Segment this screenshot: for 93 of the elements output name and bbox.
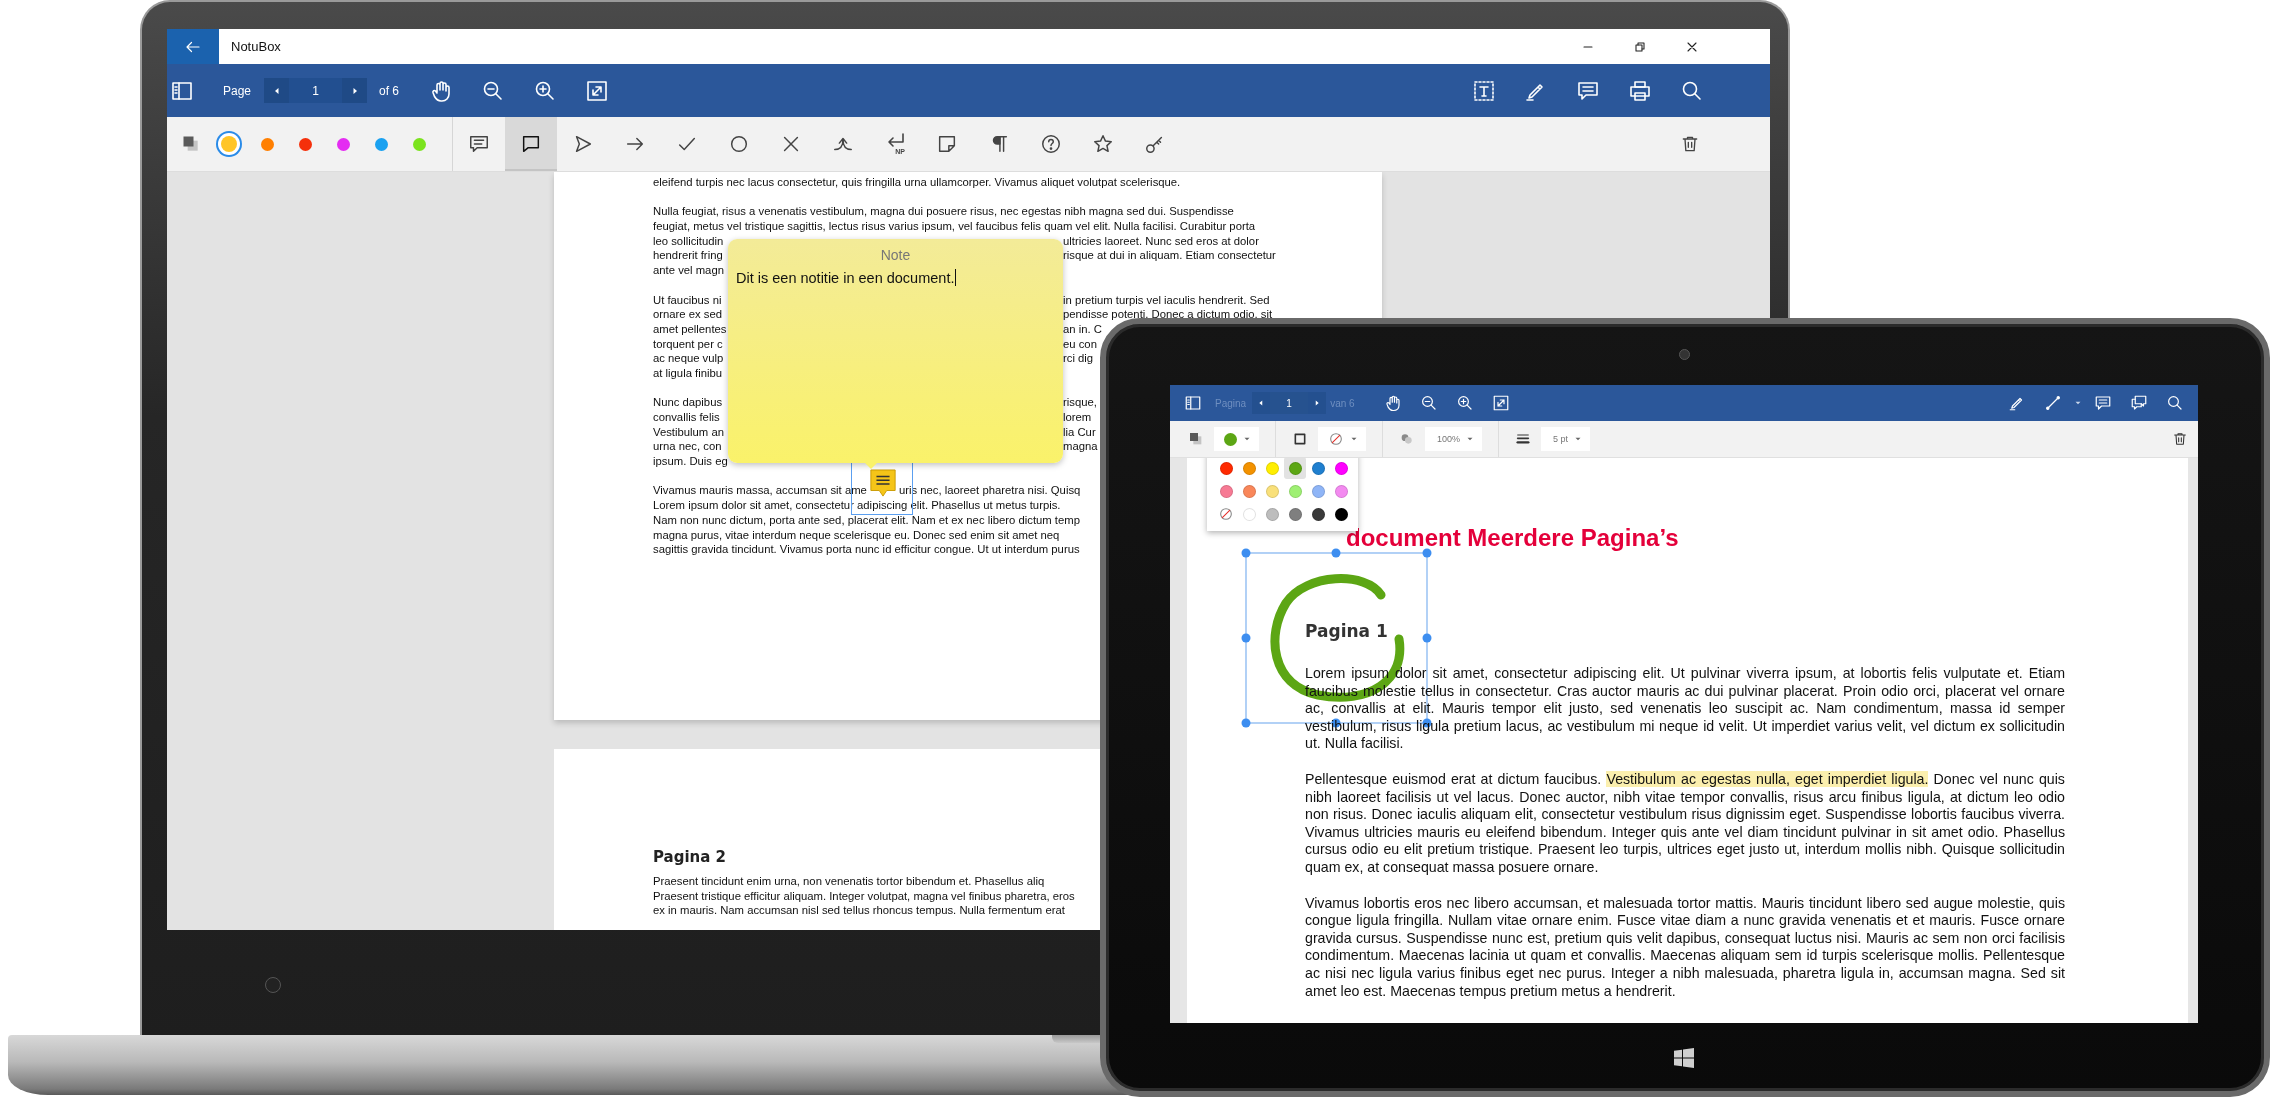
trash-icon[interactable] xyxy=(2172,431,2188,447)
camera-lens xyxy=(1678,349,1690,360)
comments-icon[interactable] xyxy=(2130,394,2148,412)
no-color-icon xyxy=(1218,506,1234,522)
color-dot[interactable] xyxy=(374,137,388,151)
text-line: at ligula finibu xyxy=(653,365,723,381)
question-icon xyxy=(1040,133,1062,155)
line-width-dropdown[interactable]: 5 pt xyxy=(1541,427,1591,451)
sidebar-icon[interactable] xyxy=(1184,394,1202,412)
four-pane-logo-icon[interactable] xyxy=(1674,1047,1694,1068)
speech-bubble-icon xyxy=(520,133,542,155)
color-dot[interactable] xyxy=(260,137,274,151)
text-line: sagittis gravida tincidunt. Vivamus porta nunc id efficitur congue. Ut ut interdum purus xyxy=(653,542,1080,557)
text-line: ultricies laoreet. Nunc sed eros at dolor xyxy=(1063,233,1259,249)
overlapping-circles-icon[interactable] xyxy=(1399,431,1415,447)
page-heading: Pagina 2 xyxy=(653,848,727,868)
search-icon[interactable] xyxy=(2166,394,2184,412)
trash-icon[interactable] xyxy=(1680,134,1700,154)
color-dot[interactable] xyxy=(336,137,350,151)
overlapping-squares-icon[interactable] xyxy=(1188,431,1204,447)
text-line: ornare ex sed xyxy=(653,307,723,322)
text-line: ante vel magn xyxy=(653,263,724,278)
star-icon xyxy=(1092,133,1114,155)
page-number-field[interactable]: 1 xyxy=(289,78,343,103)
page-count: van 6 xyxy=(1330,397,1355,409)
comment-icon[interactable] xyxy=(2094,394,2112,412)
text-line: magna xyxy=(1063,439,1098,455)
text-box-icon[interactable] xyxy=(1472,78,1496,103)
text-line: hendrerit fring xyxy=(653,248,723,264)
page-label: Page xyxy=(223,83,252,98)
text-line: Nunc dapibus xyxy=(653,395,723,410)
note-popup[interactable]: Note Dit is een notitie in een document. xyxy=(728,239,1063,463)
printer-icon[interactable] xyxy=(1628,78,1652,103)
text-line: eleifend turpis nec lacus consectetur, quis fringilla urna ullamcorper. Vivamus aliquet volutpat scelerisque. xyxy=(653,175,1181,190)
text-line: lia Cur xyxy=(1063,424,1096,440)
zoom-out-icon[interactable] xyxy=(1419,394,1438,412)
text-cursor xyxy=(955,269,957,286)
text-line: torquent per c xyxy=(653,336,723,352)
text-line: Nam non nunc dictum, porta ante sed, placerat elit. Nam et ex nec libero dictum temp xyxy=(653,512,1080,528)
note-text: Dit is een notitie in een document. xyxy=(736,269,955,286)
note-pointer xyxy=(865,463,877,469)
text-line: ex in mauris. Nam accumsan nisl sed tellus rhoncus tempus. Nulla fermentum erat xyxy=(653,903,1065,919)
fill-dropdown[interactable] xyxy=(1318,427,1366,451)
square-icon[interactable] xyxy=(1292,431,1308,447)
opacity-dropdown[interactable]: 100% xyxy=(1425,427,1483,451)
document-title: document Meerdere Pagina’s xyxy=(1346,523,1680,553)
overlapping-squares-icon[interactable] xyxy=(181,134,201,154)
paragraph-text: Pellentesque euismod erat at dictum faucibus. Vestibulum ac egestas nulla, eget imperdiet ligula. Donec vel nunc quis nibh laoreet facilisis ut vel lacus. Donec auctor, nibh vitae tempor convallis, risus arcu finibus ligula, at dictum leo odio non risus. Donec iaculis aliquam elit, consectetur vestibulum risus dignissim eget. Suspendisse lobortis faucibus viverra. Vivamus ultricies mauris eu eleifend bibendum. Integer quis ante vel diam tincidunt pulvinar in sit amet odio. Phasellus cursus odio eu elit pretium tristique. Praesent leo turpis, ultrices eget justo ut, interdum mollis nibh. Quisque sollicitudin quam ex, at consequat massa posuere ornare. xyxy=(1305,770,2065,877)
text-line: Praesent tincidunt enim urna, non venenatis tortor bibendum et. Phasellus aliq xyxy=(653,874,1045,889)
color-swatch[interactable] xyxy=(1284,458,1306,479)
page-label: Pagina xyxy=(1215,397,1247,409)
note-marker-icon[interactable] xyxy=(868,468,897,500)
color-dot[interactable] xyxy=(412,137,426,151)
text-line: ac neque vulp xyxy=(653,351,724,366)
text-line: eu con xyxy=(1063,336,1097,352)
page-number-field[interactable]: 1 xyxy=(1270,392,1309,414)
tool-button[interactable] xyxy=(505,117,557,171)
text-line: Praesent tristique efficitur aliquam. Integer volutpat, magna vel finibus pharetra, eros xyxy=(653,888,1075,904)
text-line: risque, xyxy=(1063,395,1097,410)
text-line: magna purus, vitae interdum neque scelerisque eu. Donec sed enim sit amet neq xyxy=(653,527,1060,543)
color-dropdown[interactable] xyxy=(1214,427,1259,451)
sensor-dot xyxy=(265,977,281,993)
page-count: of 6 xyxy=(379,83,400,98)
paragraph-text: Vivamus lobortis eros nec libero accumsan, et malesuada tortor mattis. Mauris tincidunt libero sed augue molestie, quis congue ligula fringilla. Nullam vitae ornare enim. Fusce vitae diam a nunc gravida venenatis et et mauris. Fusce ornare gravida cursus. Suspendisse nunc est, pretium quis velit dapibus, consequat luctus nisi. Mauris ac sem non orci facilisis condimentum. Maecenas lacinia ut quam et convallis. Maecenas aliquam sem id turpis scelerisque mollis. Pellentesque ac nisi nec ligula varius finibus eget nec purus. Integer a nibh malesuada, pharetra ligula in, accumsan magna. Sed sit amet leo est. Maecenas tempus pretium metus a hendrerit. xyxy=(1305,894,2065,1001)
no-color-icon xyxy=(1328,431,1344,447)
text-line: amet pellentes xyxy=(653,321,727,337)
text-line: Ut faucibus ni xyxy=(653,292,722,308)
color-dot[interactable] xyxy=(298,137,312,151)
text-line: lorem xyxy=(1063,410,1092,425)
circle-icon xyxy=(728,133,750,155)
text-line: Nulla feugiat, risus a venenatis vestibulum, magna dui posuere risus, nec egestas nibh magna sed dui. Suspendisse xyxy=(653,204,1234,220)
note-title: Note xyxy=(879,247,912,263)
fit-page-icon[interactable] xyxy=(1491,394,1510,412)
text-line: feugiat, metus vel tristique sagittis, lectus risus varius ipsum, vel faucibus felis quam vel elit. Nulla facilisi. Curabitur porta xyxy=(653,219,1256,234)
sticky-note-icon xyxy=(936,133,958,155)
zoom-in-icon[interactable] xyxy=(1455,394,1474,412)
text-line: urna nec, con xyxy=(653,439,722,455)
text-line: risque at dui in aliquam. Etiam consectetur xyxy=(1063,248,1276,264)
text-line: Vestibulum an xyxy=(653,424,724,440)
line-weight-icon[interactable] xyxy=(1515,431,1532,447)
text-line: an in. C xyxy=(1063,321,1102,337)
fit-page-icon[interactable] xyxy=(585,78,610,103)
text-line: ipsum. Duis eg xyxy=(653,454,728,469)
text-line: convallis felis xyxy=(653,410,720,425)
hand-icon[interactable] xyxy=(1383,394,1402,412)
text-line: in pretium turpis vel iaculis hendrerit. Sed xyxy=(1063,292,1270,308)
text-line: rci dig xyxy=(1063,351,1094,366)
text-line: leo sollicitudin xyxy=(653,233,724,249)
text-line: pendisse potenti. Donec a dictum odio, sit xyxy=(1063,307,1273,322)
window-title: NotuBox xyxy=(231,39,281,54)
line-icon[interactable] xyxy=(2044,394,2062,412)
comment-icon xyxy=(468,133,490,155)
page-heading: Pagina 1 xyxy=(1305,620,1389,642)
